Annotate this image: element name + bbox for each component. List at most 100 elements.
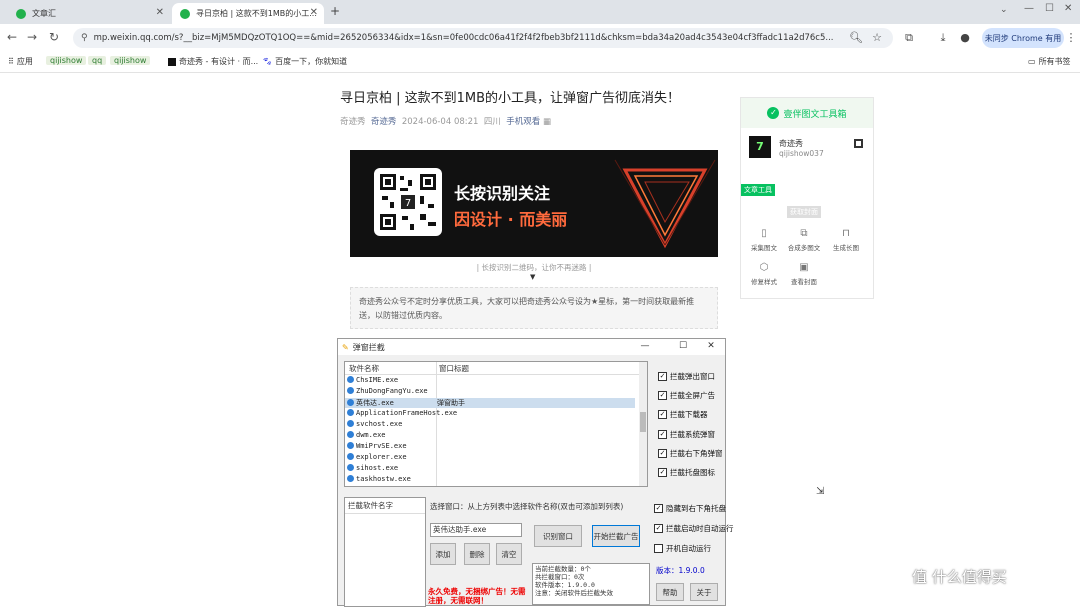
- tool-view-cover[interactable]: ▣ 查看封面: [787, 262, 821, 286]
- table-row[interactable]: explorer.exe: [345, 453, 635, 463]
- zoom-icon[interactable]: 🔍︎: [849, 31, 863, 44]
- new-tab-icon[interactable]: +: [330, 4, 340, 18]
- baidu-icon: 🐾︎: [262, 57, 273, 66]
- maximize-icon[interactable]: ☐: [674, 341, 692, 351]
- table-row[interactable]: svchost.exe: [345, 420, 635, 430]
- tool-collect[interactable]: ▯ 采集图文: [747, 228, 781, 252]
- checkbox[interactable]: ✓: [658, 410, 667, 419]
- down-arrow-icon: ▼: [530, 273, 536, 281]
- process-list[interactable]: 软件名称 窗口标题 ChsIME.exe ZhuDongFangYu.exe 英…: [344, 361, 648, 487]
- menu-icon[interactable]: ⋮: [1064, 31, 1078, 44]
- checkbox[interactable]: [654, 544, 663, 553]
- tab-article[interactable]: 寻日京柏 | 这款不到1MB的小工... ✕: [172, 3, 324, 24]
- qr-icon[interactable]: [854, 139, 863, 148]
- check-corner[interactable]: ✓ 拦截右下角弹窗: [658, 448, 723, 459]
- check-auto-run[interactable]: ✓ 拦截启动时自动运行: [654, 523, 734, 534]
- tool-long-image[interactable]: ⊓ 生成长图: [829, 228, 863, 252]
- check-hide-tray[interactable]: ✓ 隐藏到右下角托盘: [654, 503, 726, 514]
- minimize-icon[interactable]: —: [636, 341, 654, 351]
- table-row[interactable]: taskhostw.exe: [345, 475, 635, 485]
- blocked-list[interactable]: 拦截软件名字: [344, 497, 426, 607]
- check-startup[interactable]: 开机自动运行: [654, 543, 711, 554]
- add-button[interactable]: 添加: [430, 543, 456, 565]
- free-notice: 永久免费，无捆绑广告！无需注册，无需联网！: [428, 587, 526, 605]
- bookmark-qijixiu[interactable]: 奇迹秀 - 有设计 · 而...: [168, 56, 258, 67]
- tool-fix-style[interactable]: ⬡ 修复样式: [747, 262, 781, 286]
- maximize-icon[interactable]: ☐: [1045, 3, 1054, 14]
- bookmark-qijishow[interactable]: qijishow: [46, 56, 87, 65]
- window-titlebar[interactable]: ✎ 弹窗拦截 — ☐ ✕: [338, 339, 725, 355]
- toolbar: ← → ↻ ⚲ mp.weixin.qq.com/s?__biz=MjM5MDQ…: [0, 24, 1080, 52]
- checkbox[interactable]: ✓: [654, 524, 663, 533]
- article-meta: 奇迹秀 奇迹秀 2024-06-04 08:21 四川 手机观看 ▦: [340, 117, 552, 127]
- clear-button[interactable]: 清空: [496, 543, 522, 565]
- scrollbar[interactable]: [639, 362, 647, 486]
- checkbox[interactable]: ✓: [658, 449, 667, 458]
- checkbox[interactable]: ✓: [658, 468, 667, 477]
- tab-bar: 文章汇 ✕ 寻日京柏 | 这款不到1MB的小工... ✕ + ⌄ — ☐ ✕: [0, 0, 1080, 24]
- extensions-icon[interactable]: ⧉: [902, 31, 916, 45]
- hexagon-icon: ⬡: [759, 262, 769, 273]
- check-popup[interactable]: ✓ 拦截弹出窗口: [658, 371, 715, 382]
- download-icon[interactable]: ⤓: [936, 31, 950, 45]
- all-bookmarks[interactable]: ▭ 所有书签: [1028, 56, 1071, 67]
- tool-merge[interactable]: ⧉ 合成多图文: [787, 228, 821, 252]
- bookmark-baidu[interactable]: 🐾︎ 百度一下，你就知道: [262, 56, 347, 67]
- address-bar[interactable]: ⚲ mp.weixin.qq.com/s?__biz=MjM5MDQzOTQ1O…: [73, 28, 893, 48]
- table-row[interactable]: ChsIME.exe: [345, 376, 635, 386]
- scrollbar-thumb[interactable]: [640, 412, 646, 432]
- long-image-icon: ⊓: [842, 228, 850, 239]
- tab-label: 文章汇: [32, 9, 56, 18]
- process-input[interactable]: 英伟达助手.exe: [430, 523, 522, 537]
- find-window-button[interactable]: 识别窗口: [534, 525, 582, 547]
- bookmark-apps[interactable]: ⠿ 应用: [8, 56, 33, 67]
- close-icon[interactable]: ✕: [310, 7, 318, 18]
- tag-get-cover[interactable]: 获取封面: [787, 206, 821, 218]
- window-close-icon[interactable]: ✕: [1064, 3, 1072, 14]
- check-system[interactable]: ✓ 拦截系统弹窗: [658, 429, 715, 440]
- logo-art-icon: [614, 159, 716, 249]
- table-row[interactable]: 英伟达.exe 弹窗助手: [345, 398, 635, 408]
- check-tray[interactable]: ✓ 拦截托盘图标: [658, 467, 715, 478]
- checkbox[interactable]: ✓: [658, 372, 667, 381]
- toolbox-panel: ✓ 壹伴图文工具箱 7 奇迹秀 qijishow037 文章工具 获取封面 ▯ 采…: [740, 97, 874, 299]
- tag-article-tools[interactable]: 文章工具: [741, 184, 775, 196]
- table-row[interactable]: dwm.exe: [345, 431, 635, 441]
- tab-wenzhanghui[interactable]: 文章汇 ✕: [8, 3, 170, 24]
- about-button[interactable]: 关于: [690, 583, 718, 601]
- site-info-icon[interactable]: ⚲: [81, 33, 88, 43]
- table-row[interactable]: ApplicationFrameHost.exe: [345, 409, 635, 419]
- apps-icon: ⠿: [8, 57, 14, 66]
- delete-button[interactable]: 删除: [464, 543, 490, 565]
- back-icon[interactable]: ←: [4, 30, 20, 44]
- checkbox[interactable]: ✓: [658, 391, 667, 400]
- check-downloader[interactable]: ✓ 拦截下载器: [658, 409, 708, 420]
- reload-icon[interactable]: ↻: [46, 30, 62, 44]
- mobile-view-link[interactable]: 手机观看: [506, 117, 540, 127]
- forward-icon[interactable]: →: [24, 30, 40, 44]
- panel-header[interactable]: ✓ 壹伴图文工具箱: [741, 98, 873, 128]
- sync-button[interactable]: 未同步 Chrome 有用: [982, 28, 1064, 48]
- tab-search-icon[interactable]: ⌄: [1000, 5, 1008, 15]
- table-row[interactable]: WmiPrvSE.exe: [345, 442, 635, 452]
- start-block-button[interactable]: 开始拦截广告: [592, 525, 640, 547]
- check-fullscreen[interactable]: ✓ 拦截全屏广告: [658, 390, 715, 401]
- checkbox[interactable]: ✓: [658, 430, 667, 439]
- bookmark-qq[interactable]: qq: [88, 56, 107, 65]
- bookmark-qijishow-2[interactable]: qijishow: [110, 56, 151, 65]
- qr-icon[interactable]: ▦: [543, 117, 551, 127]
- close-icon[interactable]: ✕: [156, 7, 164, 18]
- table-row[interactable]: sihost.exe: [345, 464, 635, 474]
- process-icon: [347, 453, 354, 460]
- process-icon: [347, 376, 354, 383]
- bookmark-star-icon[interactable]: ☆: [870, 31, 884, 44]
- qr-code: 7: [374, 168, 442, 236]
- table-row[interactable]: ZhuDongFangYu.exe: [345, 387, 635, 397]
- checkbox[interactable]: ✓: [654, 504, 663, 513]
- process-icon: [347, 431, 354, 438]
- profile-icon[interactable]: ●: [958, 31, 972, 44]
- banner-caption: | 长按识别二维码，让你不再迷路 |: [476, 263, 592, 272]
- minimize-icon[interactable]: —: [1024, 3, 1034, 14]
- close-icon[interactable]: ✕: [702, 341, 720, 351]
- help-button[interactable]: 帮助: [656, 583, 684, 601]
